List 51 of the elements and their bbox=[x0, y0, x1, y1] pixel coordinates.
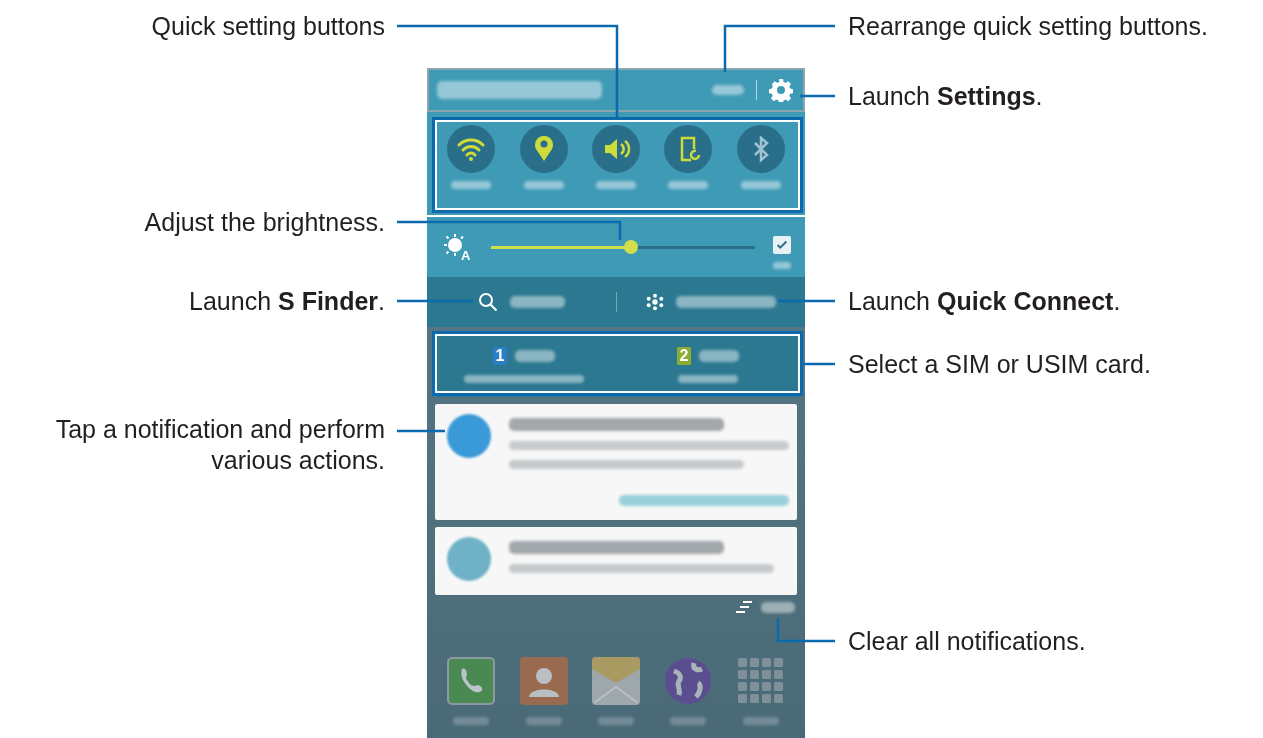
bluetooth-toggle-icon[interactable] bbox=[736, 125, 785, 173]
slider-thumb[interactable] bbox=[623, 240, 638, 254]
callout-label: Launch S Finder. bbox=[188, 286, 385, 317]
settings-icon[interactable] bbox=[769, 78, 793, 102]
blurred-text bbox=[678, 374, 738, 383]
search-icon[interactable] bbox=[477, 292, 498, 312]
messages-app-icon[interactable] bbox=[591, 657, 640, 705]
blurred-text bbox=[525, 717, 562, 725]
network-icon[interactable] bbox=[645, 293, 664, 311]
leader-line bbox=[800, 94, 835, 98]
sim-badge[interactable]: 1 bbox=[492, 346, 508, 365]
blurred-text bbox=[740, 181, 781, 189]
blurred-button[interactable] bbox=[761, 601, 795, 613]
blurred-text bbox=[453, 717, 490, 725]
blurred-text bbox=[668, 181, 709, 189]
leader-line bbox=[776, 618, 835, 643]
blurred-text bbox=[699, 349, 740, 362]
callout-label: Select a SIM or USIM card. bbox=[848, 349, 1151, 380]
callout-label: Rearrange quick setting buttons. bbox=[848, 11, 1208, 42]
blurred-text bbox=[670, 717, 707, 725]
phone-app-icon[interactable] bbox=[447, 657, 496, 705]
callout-label: Tap a notification and perform various actions. bbox=[54, 414, 385, 476]
blurred-text bbox=[742, 717, 779, 725]
blurred-text bbox=[523, 181, 564, 189]
blurred-text bbox=[515, 349, 556, 362]
notification-card[interactable] bbox=[435, 404, 797, 520]
wifi-toggle-icon[interactable] bbox=[447, 125, 496, 173]
blurred-text bbox=[773, 261, 791, 269]
callout-label: Launch Quick Connect. bbox=[848, 286, 1121, 317]
sound-toggle-icon[interactable] bbox=[591, 125, 640, 173]
clear-list-icon[interactable] bbox=[735, 601, 753, 613]
blurred-text bbox=[595, 181, 636, 189]
blurred-text bbox=[712, 85, 744, 95]
contacts-app-icon[interactable] bbox=[519, 657, 568, 705]
internet-app-icon[interactable] bbox=[664, 657, 713, 705]
location-toggle-icon[interactable] bbox=[519, 125, 568, 173]
rotation-toggle-icon[interactable] bbox=[664, 125, 713, 173]
leader-line bbox=[397, 429, 445, 433]
blurred-text bbox=[509, 296, 565, 308]
apps-app-icon[interactable] bbox=[736, 657, 785, 705]
callout-label: Quick setting buttons bbox=[150, 11, 385, 42]
blurred-text bbox=[451, 181, 492, 189]
leader-line bbox=[778, 299, 835, 303]
notification-card[interactable] bbox=[435, 527, 797, 595]
leader-line bbox=[803, 362, 835, 366]
callout-label: Launch Settings. bbox=[848, 81, 1043, 112]
callout-label: Adjust the brightness. bbox=[143, 207, 385, 238]
blurred-text bbox=[597, 717, 634, 725]
callout-label: Clear all notifications. bbox=[848, 626, 1086, 657]
sim-badge[interactable]: 2 bbox=[676, 346, 692, 365]
auto-checkbox[interactable] bbox=[773, 235, 791, 254]
